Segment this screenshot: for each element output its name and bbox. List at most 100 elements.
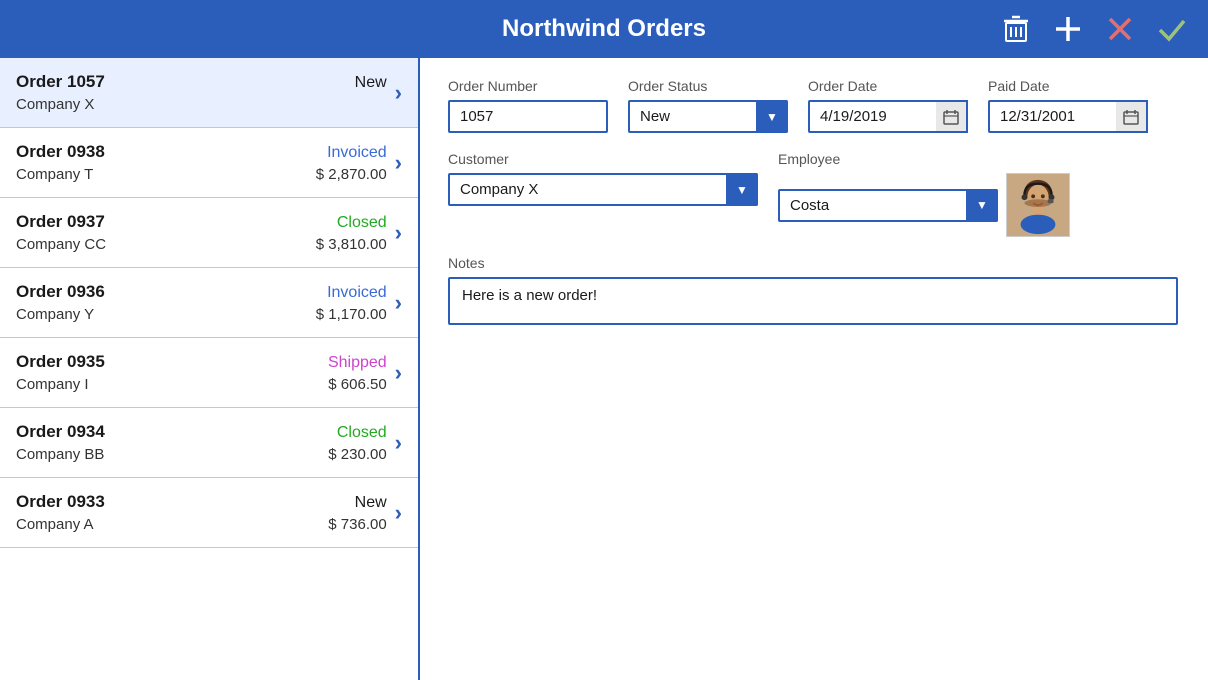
- customer-select[interactable]: Company X Company T Company CC Company Y…: [448, 173, 758, 206]
- order-status-label: Order Status: [628, 78, 788, 94]
- order-status-select[interactable]: New Invoiced Closed Shipped: [628, 100, 788, 133]
- notes-textarea[interactable]: Here is a new order!: [448, 277, 1178, 325]
- order-item-info: Order 0935 Shipped Company I $ 606.50: [16, 352, 387, 393]
- order-status-text: Closed: [337, 424, 387, 442]
- order-chevron-icon: ›: [395, 500, 402, 526]
- order-list-panel: Order 1057 New Company X › Order 0938 In…: [0, 58, 420, 680]
- app-container: Northwind Orders: [0, 0, 1208, 680]
- order-amount-text: $ 606.50: [328, 376, 386, 393]
- employee-select-wrapper: Costa Smith Johnson: [778, 189, 998, 222]
- main-body: Order 1057 New Company X › Order 0938 In…: [0, 58, 1208, 680]
- order-status-text: New: [355, 494, 387, 512]
- order-item-top: Order 1057 New: [16, 72, 387, 92]
- order-status-text: New: [355, 74, 387, 92]
- notes-group: Notes Here is a new order!: [448, 255, 1180, 325]
- header: Northwind Orders: [0, 0, 1208, 58]
- order-chevron-icon: ›: [395, 150, 402, 176]
- order-item-top: Order 0933 New: [16, 492, 387, 512]
- detail-row-notes: Notes Here is a new order!: [448, 255, 1180, 325]
- order-amount-text: $ 3,810.00: [316, 236, 387, 253]
- order-chevron-icon: ›: [395, 290, 402, 316]
- order-chevron-icon: ›: [395, 360, 402, 386]
- order-number-group: Order Number: [448, 78, 608, 133]
- order-company-text: Company T: [16, 166, 93, 183]
- paid-date-group: Paid Date: [988, 78, 1148, 133]
- order-item-info: Order 1057 New Company X: [16, 72, 387, 113]
- list-item[interactable]: Order 0935 Shipped Company I $ 606.50 ›: [0, 338, 418, 408]
- detail-row-2: Customer Company X Company T Company CC …: [448, 151, 1180, 237]
- order-item-top: Order 0935 Shipped: [16, 352, 387, 372]
- order-status-text: Invoiced: [327, 284, 387, 302]
- order-item-info: Order 0938 Invoiced Company T $ 2,870.00: [16, 142, 387, 183]
- order-item-top: Order 0937 Closed: [16, 212, 387, 232]
- order-company-text: Company BB: [16, 446, 104, 463]
- order-item-info: Order 0937 Closed Company CC $ 3,810.00: [16, 212, 387, 253]
- order-status-select-wrapper: New Invoiced Closed Shipped: [628, 100, 788, 133]
- order-item-bottom: Company BB $ 230.00: [16, 446, 387, 463]
- customer-group: Customer Company X Company T Company CC …: [448, 151, 758, 206]
- order-chevron-icon: ›: [395, 430, 402, 456]
- order-amount-text: $ 2,870.00: [316, 166, 387, 183]
- order-item-info: Order 0933 New Company A $ 736.00: [16, 492, 387, 533]
- order-chevron-icon: ›: [395, 220, 402, 246]
- order-company-text: Company X: [16, 96, 94, 113]
- detail-row-1: Order Number Order Status New Invoiced C…: [448, 78, 1180, 133]
- paid-date-calendar-icon[interactable]: [1116, 100, 1148, 133]
- list-item[interactable]: Order 0938 Invoiced Company T $ 2,870.00…: [0, 128, 418, 198]
- order-status-group: Order Status New Invoiced Closed Shipped: [628, 78, 788, 133]
- customer-select-wrapper: Company X Company T Company CC Company Y…: [448, 173, 758, 206]
- order-item-top: Order 0936 Invoiced: [16, 282, 387, 302]
- paid-date-wrapper: [988, 100, 1148, 133]
- list-item[interactable]: Order 0934 Closed Company BB $ 230.00 ›: [0, 408, 418, 478]
- order-number-text: Order 0937: [16, 212, 105, 232]
- order-number-text: Order 0938: [16, 142, 105, 162]
- employee-photo: [1006, 173, 1070, 237]
- order-company-text: Company A: [16, 516, 94, 533]
- list-item[interactable]: Order 1057 New Company X ›: [0, 58, 418, 128]
- cancel-button[interactable]: [1100, 9, 1140, 49]
- order-item-bottom: Company A $ 736.00: [16, 516, 387, 533]
- order-item-bottom: Company I $ 606.50: [16, 376, 387, 393]
- order-item-top: Order 0934 Closed: [16, 422, 387, 442]
- order-number-text: Order 0933: [16, 492, 105, 512]
- detail-panel: Order Number Order Status New Invoiced C…: [420, 58, 1208, 680]
- order-date-group: Order Date: [808, 78, 968, 133]
- order-number-input[interactable]: [448, 100, 608, 133]
- order-status-text: Closed: [337, 214, 387, 232]
- order-date-calendar-icon[interactable]: [936, 100, 968, 133]
- order-item-bottom: Company X: [16, 96, 387, 113]
- order-amount-text: $ 230.00: [328, 446, 386, 463]
- order-status-text: Shipped: [328, 354, 387, 372]
- employee-select[interactable]: Costa Smith Johnson: [778, 189, 998, 222]
- add-button[interactable]: [1048, 9, 1088, 49]
- list-item[interactable]: Order 0933 New Company A $ 736.00 ›: [0, 478, 418, 548]
- order-number-text: Order 0934: [16, 422, 105, 442]
- order-number-text: Order 1057: [16, 72, 105, 92]
- customer-row: Company X Company T Company CC Company Y…: [448, 173, 758, 206]
- order-item-top: Order 0938 Invoiced: [16, 142, 387, 162]
- order-company-text: Company Y: [16, 306, 94, 323]
- employee-label: Employee: [778, 151, 1070, 167]
- delete-button[interactable]: [996, 9, 1036, 49]
- order-amount-text: $ 736.00: [328, 516, 386, 533]
- list-item[interactable]: Order 0936 Invoiced Company Y $ 1,170.00…: [0, 268, 418, 338]
- order-list-scroll[interactable]: Order 1057 New Company X › Order 0938 In…: [0, 58, 418, 680]
- order-company-text: Company CC: [16, 236, 106, 253]
- order-company-text: Company I: [16, 376, 89, 393]
- notes-label: Notes: [448, 255, 1180, 271]
- order-date-wrapper: [808, 100, 968, 133]
- confirm-button[interactable]: [1152, 9, 1192, 49]
- order-amount-text: $ 1,170.00: [316, 306, 387, 323]
- order-number-text: Order 0935: [16, 352, 105, 372]
- order-number-text: Order 0936: [16, 282, 105, 302]
- order-item-bottom: Company Y $ 1,170.00: [16, 306, 387, 323]
- app-title: Northwind Orders: [502, 15, 706, 43]
- list-item[interactable]: Order 0937 Closed Company CC $ 3,810.00 …: [0, 198, 418, 268]
- order-item-bottom: Company T $ 2,870.00: [16, 166, 387, 183]
- customer-label: Customer: [448, 151, 758, 167]
- paid-date-label: Paid Date: [988, 78, 1148, 94]
- order-chevron-icon: ›: [395, 80, 402, 106]
- order-status-text: Invoiced: [327, 144, 387, 162]
- header-actions: [996, 9, 1192, 49]
- order-number-label: Order Number: [448, 78, 608, 94]
